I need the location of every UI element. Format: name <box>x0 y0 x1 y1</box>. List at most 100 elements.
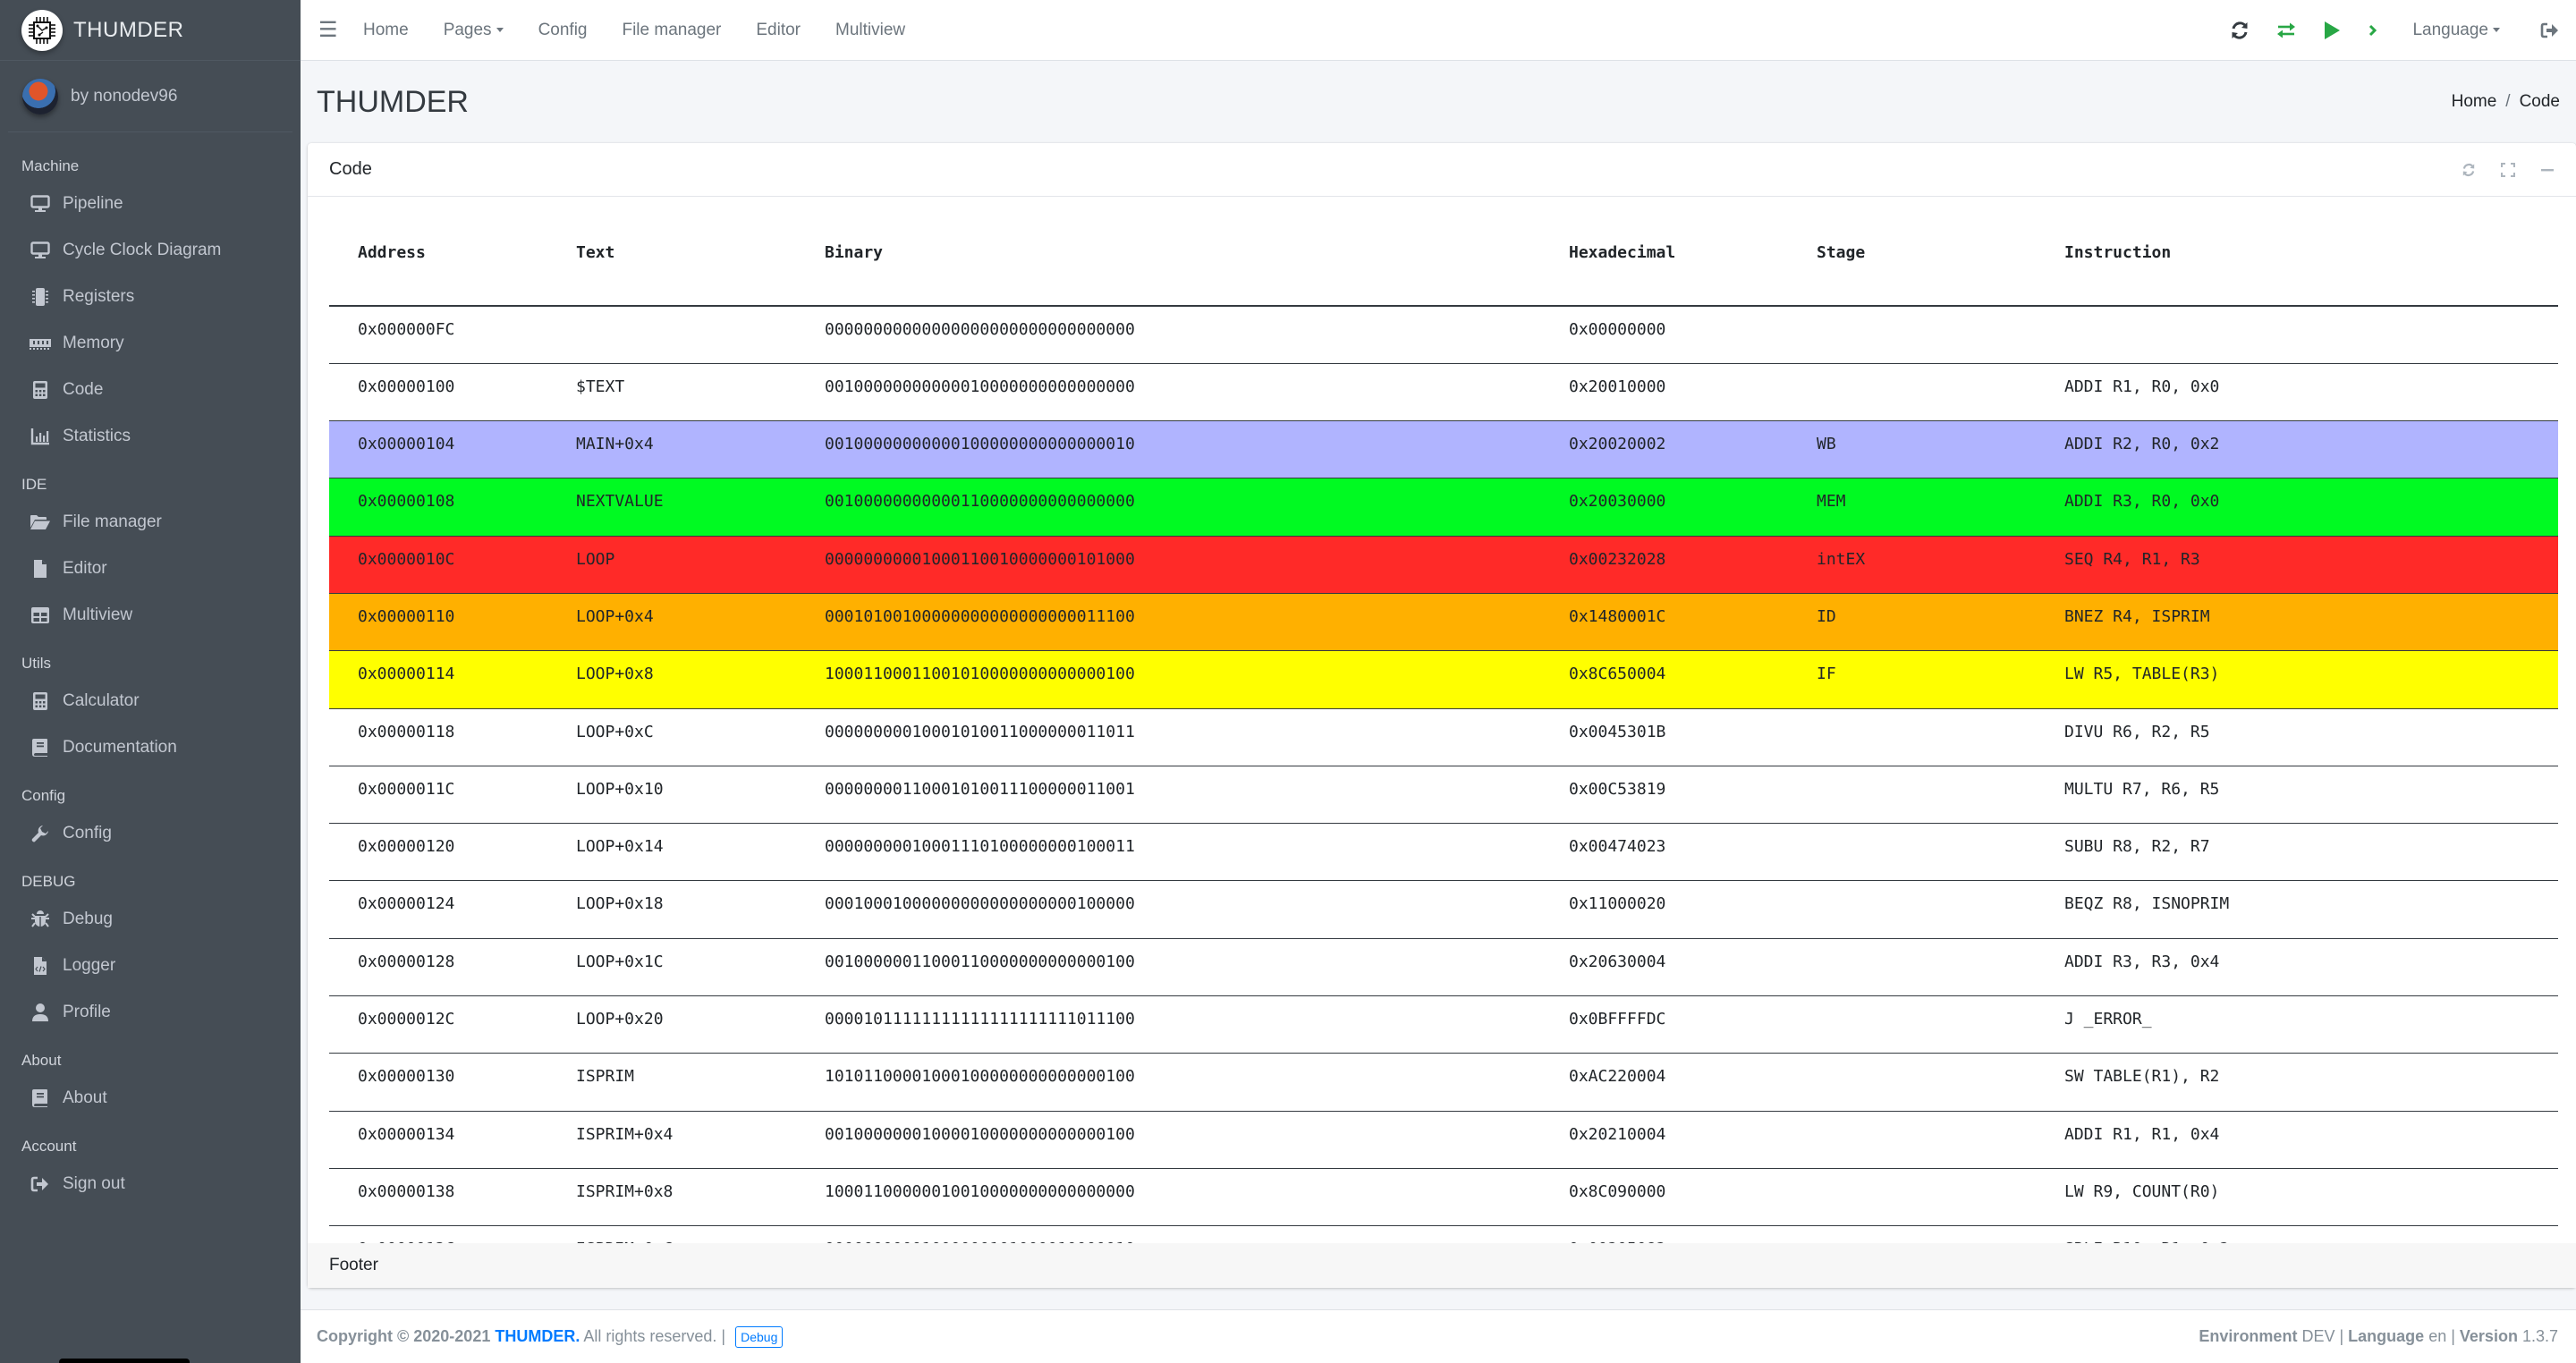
book-icon <box>29 737 52 758</box>
cell-instruction: LW R9, COUNT(R0) <box>2036 1167 2558 1226</box>
table-row[interactable]: 0x0000011C LOOP+0x10 000000001100010100111… <box>329 765 2558 824</box>
cell-hex: 0x00000000 <box>1569 320 1666 339</box>
nav-link-config[interactable]: Config <box>538 21 588 40</box>
table-row[interactable]: 0x000000FC 000000000000000000000000000000… <box>329 306 2558 363</box>
sidebar-item-multiview[interactable]: Multiview <box>0 592 301 639</box>
nav-link-editor[interactable]: Editor <box>756 21 801 40</box>
language-dropdown[interactable]: Language <box>2412 21 2500 40</box>
user-icon <box>29 1002 52 1023</box>
cell-instruction: BNEZ R4, ISPRIM <box>2036 592 2558 651</box>
sidebar-item-label: Multiview <box>63 605 133 624</box>
table-row[interactable]: 0x00000114 LOOP+0x8 1000110001100101000000… <box>329 650 2558 709</box>
table-row[interactable]: 0x00000100 $TEXT 0010000000000001000000000… <box>329 362 2558 421</box>
cell-stage: IF <box>1788 650 2036 709</box>
table-row[interactable]: 0x00000124 LOOP+0x18 000100010000000000000… <box>329 880 2558 939</box>
sidebar-item-logger[interactable]: Logger <box>0 943 301 989</box>
column-header-instruction[interactable]: Instruction <box>2036 197 2558 307</box>
cell-instruction: LW R5, TABLE(R3) <box>2036 650 2558 709</box>
table-row[interactable]: 0x00000130 ISPRIM 101011000010001000000000… <box>329 1053 2558 1112</box>
column-header-binary[interactable]: Binary <box>796 197 1540 307</box>
sidebar-item-sign-out[interactable]: Sign out <box>0 1161 301 1207</box>
table-row[interactable]: 0x00000110 LOOP+0x4 0001010010000000000000… <box>329 592 2558 651</box>
sidebar-item-statistics[interactable]: Statistics <box>0 413 301 460</box>
column-header-text[interactable]: Text <box>547 197 796 307</box>
minus-icon[interactable] <box>2540 163 2555 177</box>
table-row[interactable]: 0x00000104 MAIN+0x4 0010000000000010000000… <box>329 420 2558 478</box>
cell-address: 0x00000104 <box>329 420 547 478</box>
chevron-right-icon[interactable] <box>2368 23 2378 38</box>
footer-brand-link[interactable]: THUMDER. <box>495 1327 580 1345</box>
nav-header-ide: IDE <box>21 476 47 493</box>
cell-stage: ID <box>1788 592 2036 651</box>
table-row[interactable]: 0x00000128 LOOP+0x1C 001000000110001100000… <box>329 937 2558 996</box>
bars-icon[interactable]: ☰ <box>318 19 338 41</box>
sidebar-item-profile[interactable]: Profile <box>0 989 301 1036</box>
cell-address: 0x0000010C <box>329 535 547 594</box>
cell-binary: 00001011111111111111111111011100 <box>796 995 1540 1054</box>
nav-link-home[interactable]: Home <box>363 21 409 40</box>
nav-header-config: Config <box>21 787 66 804</box>
sign-out-icon <box>29 1173 52 1195</box>
refresh-icon[interactable] <box>2462 163 2476 177</box>
cell-text: LOOP+0xC <box>547 707 796 766</box>
nav-link-file-manager[interactable]: File manager <box>622 21 721 40</box>
sidebar-item-label: About <box>63 1088 107 1107</box>
exchange-icon[interactable] <box>2276 21 2296 39</box>
cell-stage <box>1788 1167 2036 1226</box>
cell-hex: 0x20020002 <box>1540 420 1788 478</box>
sidebar-item-registers[interactable]: Registers <box>0 274 301 320</box>
breadcrumb-separator: / <box>2505 92 2511 111</box>
table-row[interactable]: 0x00000108 NEXTVALUE 001000000000001100000… <box>329 478 2558 537</box>
nav-link-multiview[interactable]: Multiview <box>835 21 905 40</box>
cell-hex: 0x20030000 <box>1540 478 1788 537</box>
cell-instruction: BEQZ R8, ISNOPRIM <box>2036 880 2558 939</box>
sidebar-item-about[interactable]: About <box>0 1075 301 1122</box>
debug-badge[interactable]: Debug <box>735 1325 784 1348</box>
table-row[interactable]: 0x00000138 ISPRIM+0x8 10001100000010010000… <box>329 1167 2558 1226</box>
breadcrumb-home[interactable]: Home <box>2452 92 2497 112</box>
column-header-address[interactable]: Address <box>329 197 547 307</box>
cell-binary: 00000000000000000000000000000000 <box>825 320 1135 339</box>
table-row[interactable]: 0x0000010C LOOP 00000000001000110010000000… <box>329 535 2558 594</box>
cell-text: NEXTVALUE <box>547 478 796 537</box>
sidebar-item-file-manager[interactable]: File manager <box>0 499 301 546</box>
cell-hex: 0x00232028 <box>1540 535 1788 594</box>
column-header-stage[interactable]: Stage <box>1788 197 2036 307</box>
cell-binary: 00010001000000000000000000100000 <box>796 880 1540 939</box>
sidebar-item-code[interactable]: Code <box>0 367 301 413</box>
user-panel[interactable]: by nonodev96 <box>8 61 292 132</box>
cell-stage <box>1788 362 2036 421</box>
table-row[interactable]: 0x00000118 LOOP+0xC 0000000001000101001100… <box>329 707 2558 766</box>
brand-link[interactable]: THUMDER <box>0 0 301 61</box>
cell-address: 0x00000134 <box>329 1110 547 1169</box>
table-row[interactable]: 0x0000012C LOOP+0x20 000010111111111111111… <box>329 995 2558 1054</box>
sidebar-item-editor[interactable]: Editor <box>0 546 301 592</box>
nav-link-pages[interactable]: Pages <box>444 21 504 40</box>
desktop-icon <box>29 193 52 215</box>
expand-icon[interactable] <box>2501 162 2515 177</box>
top-navbar: ☰ Home Pages Config File manager Editor … <box>301 0 2576 61</box>
sidebar-item-config[interactable]: Config <box>0 810 301 857</box>
table-row[interactable]: 0x00000120 LOOP+0x14 000000000100011101000… <box>329 823 2558 881</box>
card-footer: Footer <box>308 1243 2576 1288</box>
sidebar-item-label: Registers <box>63 287 135 306</box>
sidebar-item-calculator[interactable]: Calculator <box>0 678 301 724</box>
cell-text: ISPRIM+0x8 <box>547 1167 796 1226</box>
sidebar-item-pipeline[interactable]: Pipeline <box>0 181 301 227</box>
sidebar-item-debug[interactable]: Debug <box>0 896 301 943</box>
sign-out-icon[interactable] <box>2540 21 2560 39</box>
cell-stage: MEM <box>1788 478 2036 537</box>
sidebar-item-documentation[interactable]: Documentation <box>0 724 301 771</box>
table-row[interactable]: 0x0000013CISPRIM+0xC00000000001000000101… <box>329 1225 2558 1243</box>
sidebar-item-memory[interactable]: Memory <box>0 320 301 367</box>
sidebar-item-cycle-clock-diagram[interactable]: Cycle Clock Diagram <box>0 227 301 274</box>
sync-icon[interactable] <box>2230 21 2250 40</box>
cell-address: 0x00000108 <box>329 478 547 537</box>
chart-bar-icon <box>29 426 52 447</box>
table-row[interactable]: 0x00000134 ISPRIM+0x4 00100000001000010000… <box>329 1110 2558 1169</box>
column-header-hexadecimal[interactable]: Hexadecimal <box>1540 197 1788 307</box>
cell-address: 0x00000118 <box>329 707 547 766</box>
calculator-icon <box>29 379 52 401</box>
play-icon[interactable] <box>2323 21 2341 40</box>
cell-stage: intEX <box>1788 535 2036 594</box>
